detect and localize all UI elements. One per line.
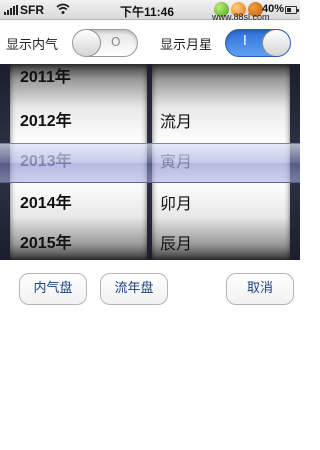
wifi-icon — [56, 3, 70, 18]
toggle-on-glyph: I — [243, 34, 247, 49]
toggle-knob — [262, 30, 290, 56]
inner-qi-toggle[interactable]: O — [72, 29, 138, 57]
month-option[interactable]: 流月 — [152, 102, 290, 142]
toggle-off-glyph: O — [111, 35, 121, 49]
year-option-selected[interactable]: 2013年 — [10, 142, 147, 182]
year-option[interactable]: 2015年 — [10, 224, 147, 260]
month-wheel[interactable]: 流月 寅月 卯月 辰月 — [152, 64, 290, 260]
month-option-selected[interactable]: 寅月 — [152, 142, 290, 182]
year-option[interactable]: 2012年 — [10, 102, 147, 142]
year-month-picker: 2011年 2012年 2013年 2014年 2015年 流月 寅月 卯月 辰… — [0, 64, 300, 260]
year-wheel[interactable]: 2011年 2012年 2013年 2014年 2015年 — [10, 64, 147, 260]
inner-qi-toggle-label: 显示内气 — [6, 38, 59, 53]
year-option[interactable]: 2014年 — [10, 184, 147, 224]
year-option[interactable]: 2011年 — [10, 64, 147, 98]
year-chart-button[interactable]: 流年盘 — [100, 273, 168, 305]
signal-strength-icon — [4, 5, 18, 15]
month-option[interactable]: 卯月 — [152, 184, 290, 224]
cancel-button[interactable]: 取消 — [226, 273, 294, 305]
status-bar: SFR 下午11:46 40% www.88sl.com — [0, 0, 300, 22]
monthly-star-toggle[interactable]: I — [225, 29, 291, 57]
inner-qi-chart-button[interactable]: 内气盘 — [19, 273, 87, 305]
monthly-star-toggle-label: 显示月星 — [160, 38, 213, 53]
status-time: 下午11:46 — [120, 5, 175, 19]
month-option[interactable]: 辰月 — [152, 224, 290, 260]
toggle-knob — [73, 30, 101, 56]
battery-icon — [285, 6, 299, 14]
carrier-name: SFR — [20, 3, 44, 17]
toggle-row: 显示内气 O 显示月星 I — [0, 20, 300, 64]
action-buttons: 内气盘 流年盘 取消 — [0, 260, 300, 318]
